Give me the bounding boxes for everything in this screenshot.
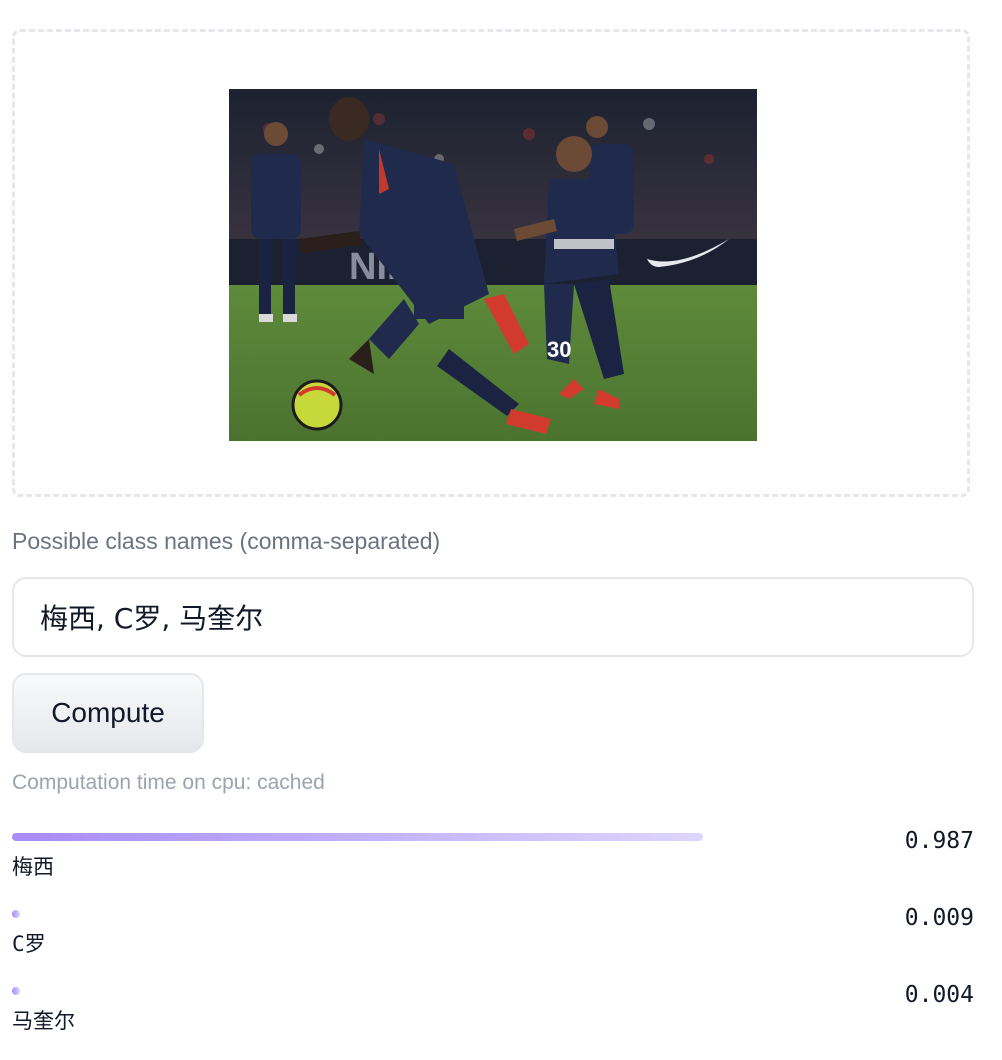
result-label: 马奎尔 <box>12 1009 75 1033</box>
result-label: 梅西 <box>12 855 54 879</box>
result-score: 0.987 <box>904 828 974 854</box>
class-names-input[interactable] <box>12 577 974 657</box>
computation-time-text: Computation time on cpu: cached <box>12 771 325 794</box>
result-row: C罗 0.009 <box>12 905 974 970</box>
result-row: 梅西 0.987 <box>12 828 974 893</box>
confidence-bar <box>12 987 20 995</box>
uploaded-image: NIKE <box>229 89 757 441</box>
app-root: NIKE <box>0 0 1002 1060</box>
result-label: C罗 <box>12 932 46 956</box>
svg-text:30: 30 <box>547 337 571 362</box>
class-names-label: Possible class names (comma-separated) <box>12 528 441 554</box>
compute-button[interactable]: Compute <box>12 673 204 753</box>
confidence-bar <box>12 910 20 918</box>
result-score: 0.004 <box>904 982 974 1008</box>
confidence-bar <box>12 833 703 841</box>
result-row: 马奎尔 0.004 <box>12 982 974 1047</box>
result-score: 0.009 <box>904 905 974 931</box>
